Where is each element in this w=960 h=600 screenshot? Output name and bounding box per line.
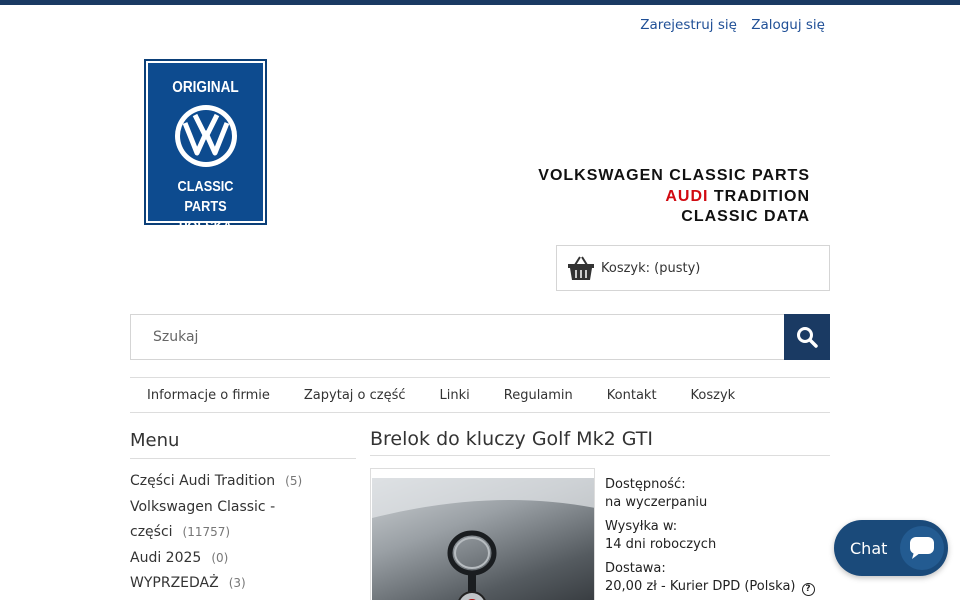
logo-line3: POLSKA bbox=[178, 218, 233, 235]
logo-line2: CLASSIC PARTS bbox=[177, 178, 234, 215]
shipping-value: 14 dni roboczych bbox=[605, 536, 717, 552]
delivery-row: 20,00 zł - Kurier DPD (Polska)? bbox=[605, 578, 815, 596]
brand-line2: AUDI TRADITION bbox=[538, 187, 810, 208]
delivery-block: Dostawa: 20,00 zł - Kurier DPD (Polska)? bbox=[605, 560, 815, 596]
brand-line1: VOLKSWAGEN CLASSIC PARTS bbox=[538, 167, 810, 184]
menu-item-count: (3) bbox=[228, 576, 246, 590]
product-info: Dostępność: na wyczerpaniu Wysyłka w: 14… bbox=[605, 476, 815, 600]
menu-item-label: Części Audi Tradition bbox=[130, 473, 276, 489]
nav-item-contact[interactable]: Kontakt bbox=[607, 388, 657, 403]
menu-item-count: (5) bbox=[285, 474, 303, 488]
keyring-photo-icon bbox=[372, 478, 594, 600]
cart-label: Koszyk: (pusty) bbox=[601, 260, 701, 276]
chat-bubble-icon bbox=[900, 526, 944, 570]
chat-label: Chat bbox=[850, 538, 888, 558]
nav-item-cart[interactable]: Koszyk bbox=[691, 388, 736, 403]
product-title: Brelok do kluczy Golf Mk2 GTI bbox=[370, 428, 830, 456]
menu-item-label: WYPRZEDAŻ bbox=[130, 575, 219, 591]
shipping-label: Wysyłka w: bbox=[605, 519, 678, 534]
login-link[interactable]: Zaloguj się bbox=[751, 17, 825, 33]
top-accent-bar bbox=[0, 0, 960, 5]
nav-item-links[interactable]: Linki bbox=[440, 388, 470, 403]
speech-bubble-icon bbox=[910, 537, 934, 559]
search-button[interactable] bbox=[784, 314, 830, 360]
product-photo bbox=[372, 478, 594, 600]
availability-label: Dostępność: bbox=[605, 477, 686, 492]
register-link[interactable]: Zarejestruj się bbox=[640, 17, 737, 33]
menu-item-count: (11757) bbox=[182, 525, 231, 539]
help-icon[interactable]: ? bbox=[801, 582, 815, 596]
brand-line2-rest: TRADITION bbox=[708, 187, 810, 205]
menu-item-vw-classic[interactable]: Volkswagen Classic - części (11757) bbox=[130, 495, 310, 546]
availability-block: Dostępność: na wyczerpaniu bbox=[605, 476, 815, 511]
category-menu: Części Audi Tradition (5) Volkswagen Clas… bbox=[130, 469, 310, 597]
basket-icon bbox=[568, 256, 594, 280]
menu-item-audi-tradition[interactable]: Części Audi Tradition (5) bbox=[130, 469, 310, 495]
brand-line3: CLASSIC DATA bbox=[681, 208, 810, 225]
delivery-label: Dostawa: bbox=[605, 561, 666, 576]
menu-item-audi-2025[interactable]: Audi 2025 (0) bbox=[130, 546, 310, 572]
delivery-value: 20,00 zł - Kurier DPD (Polska) bbox=[605, 578, 796, 594]
auth-links: Zarejestruj się Zaloguj się bbox=[630, 17, 825, 33]
search-bar bbox=[130, 314, 830, 360]
shipping-block: Wysyłka w: 14 dni roboczych bbox=[605, 518, 815, 553]
menu-item-count: (0) bbox=[211, 550, 229, 565]
logo-line1: ORIGINAL bbox=[172, 79, 239, 96]
menu-item-sale[interactable]: WYPRZEDAŻ (3) bbox=[130, 571, 310, 597]
menu-item-label: Audi 2025 bbox=[130, 549, 202, 566]
search-input[interactable] bbox=[131, 315, 785, 359]
brand-banner: VOLKSWAGEN CLASSIC PARTS AUDI TRADITION … bbox=[538, 166, 810, 228]
search-icon bbox=[797, 327, 818, 348]
menu-title: Menu bbox=[130, 430, 356, 459]
nav-item-terms[interactable]: Regulamin bbox=[504, 388, 573, 403]
chat-button[interactable]: Chat bbox=[834, 520, 948, 576]
main-nav: Informacje o firmie Zapytaj o część Link… bbox=[130, 377, 830, 413]
cart-box[interactable]: Koszyk: (pusty) bbox=[556, 245, 830, 291]
brand-line2-red: AUDI bbox=[665, 187, 709, 205]
availability-value: na wyczerpaniu bbox=[605, 494, 708, 510]
nav-item-ask-part[interactable]: Zapytaj o część bbox=[304, 388, 406, 403]
nav-item-company-info[interactable]: Informacje o firmie bbox=[147, 388, 270, 403]
product-image[interactable] bbox=[370, 468, 595, 600]
logo-lines: CLASSIC PARTS POLSKA bbox=[155, 177, 256, 237]
vw-emblem-icon bbox=[175, 105, 237, 167]
site-logo[interactable]: ORIGINAL CLASSIC PARTS POLSKA bbox=[144, 59, 267, 235]
